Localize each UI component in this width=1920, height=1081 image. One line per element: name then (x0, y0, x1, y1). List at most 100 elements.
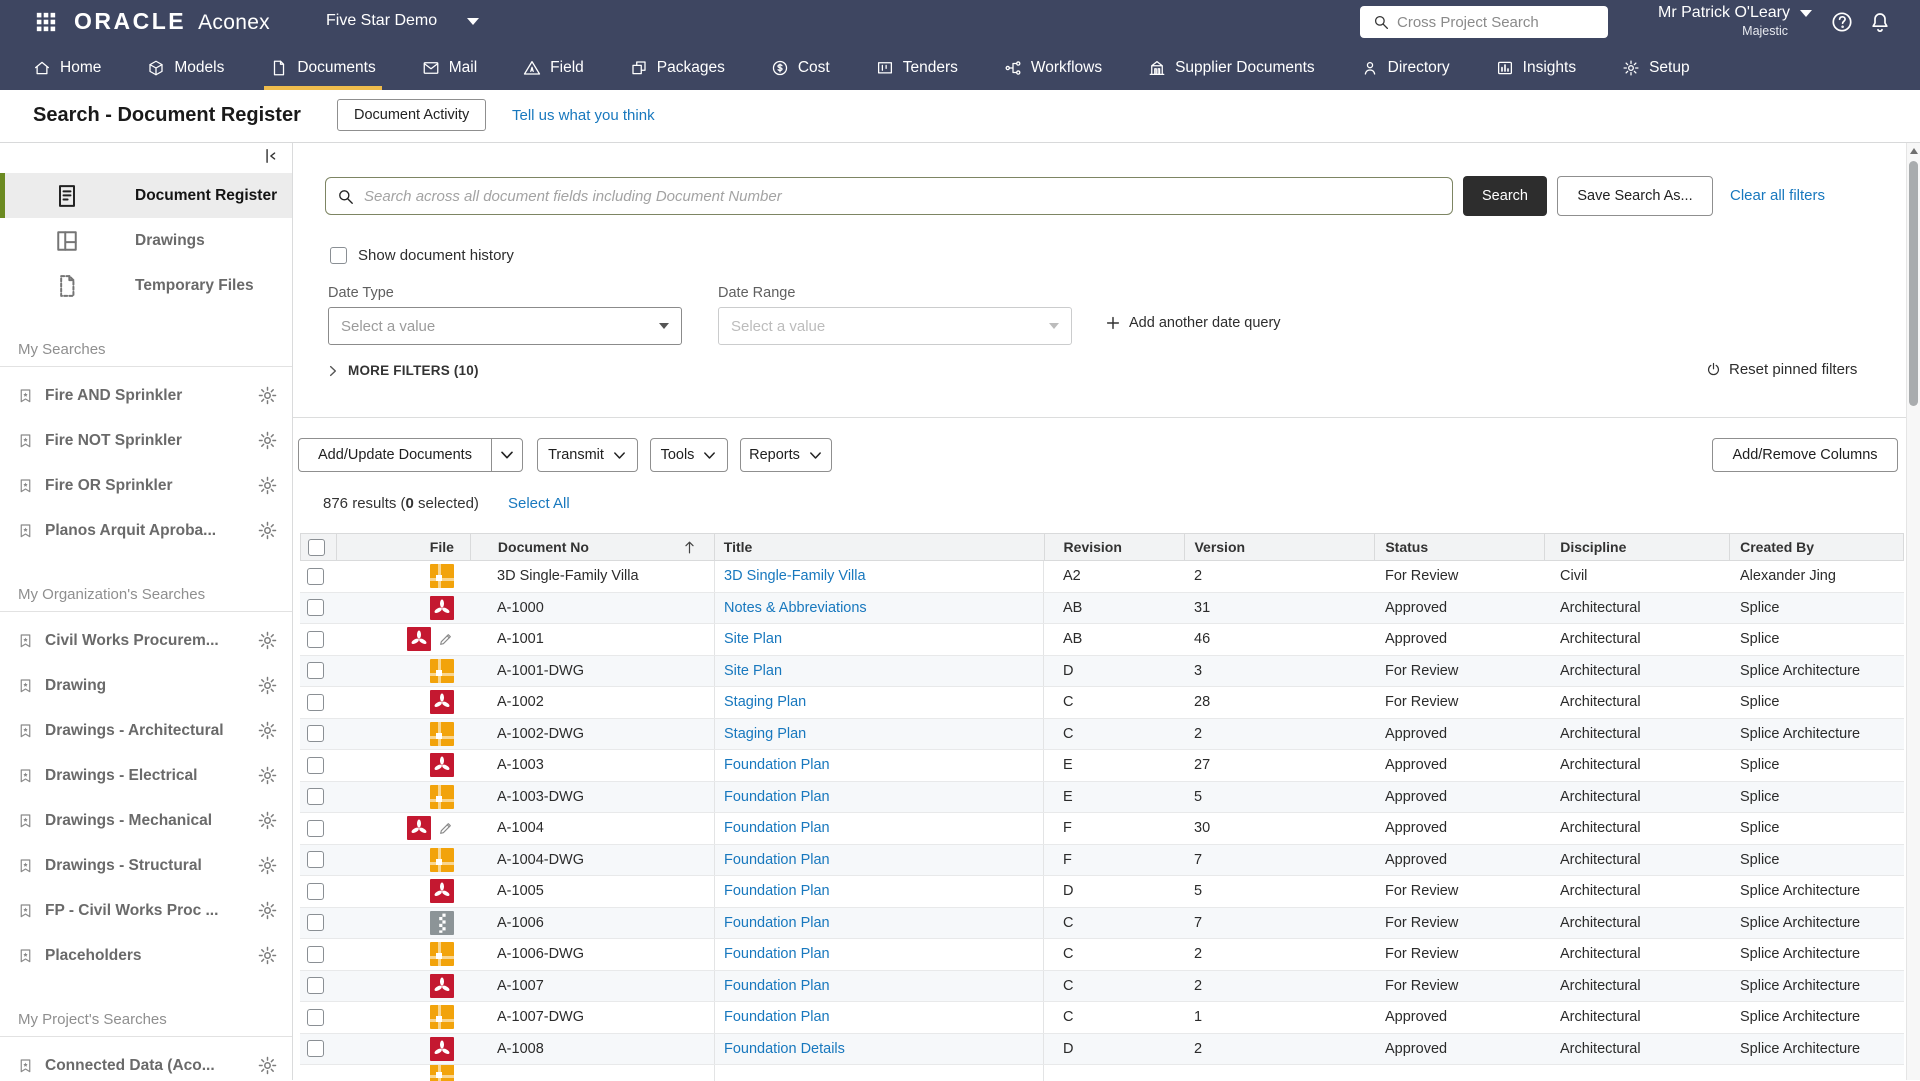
row-checkbox[interactable] (307, 851, 324, 868)
saved-search-item[interactable]: Drawings - Architectural (0, 708, 292, 753)
document-search-input[interactable] (364, 188, 1442, 205)
saved-search-item[interactable]: Civil Works Procurem... (0, 618, 292, 663)
document-title-link[interactable]: Foundation Details (724, 1041, 845, 1057)
more-filters-toggle[interactable]: MORE FILTERS (10) (326, 363, 479, 378)
saved-search-item[interactable]: Drawings - Structural (0, 843, 292, 888)
nav-item-directory[interactable]: Directory (1361, 45, 1450, 90)
saved-search-item[interactable]: Fire NOT Sprinkler (0, 418, 292, 463)
project-selector[interactable]: Five Star Demo (326, 12, 479, 30)
help-icon[interactable] (1830, 10, 1854, 34)
row-checkbox[interactable] (307, 1009, 324, 1026)
user-menu[interactable]: Mr Patrick O'Leary Majestic (1612, 4, 1812, 38)
sidebar-item-drawings[interactable]: Drawings (0, 218, 292, 263)
document-title-link[interactable]: Foundation Plan (724, 883, 830, 899)
saved-search-item[interactable]: Drawing (0, 663, 292, 708)
tools-button[interactable]: Tools (650, 438, 728, 472)
feedback-link[interactable]: Tell us what you think (512, 107, 655, 124)
nav-item-documents[interactable]: Documents (270, 45, 375, 90)
row-checkbox[interactable] (307, 883, 324, 900)
column-header-revision[interactable]: Revision (1045, 534, 1186, 560)
nav-item-insights[interactable]: Insights (1496, 45, 1576, 90)
nav-item-models[interactable]: Models (147, 45, 224, 90)
row-checkbox[interactable] (307, 568, 324, 585)
row-checkbox[interactable] (307, 977, 324, 994)
scroll-up-icon[interactable] (1910, 148, 1918, 154)
gear-icon[interactable] (257, 945, 278, 966)
document-title-link[interactable]: Foundation Plan (724, 820, 830, 836)
date-range-select[interactable]: Select a value (718, 307, 1072, 345)
nav-item-setup[interactable]: Setup (1622, 45, 1690, 90)
add-date-query[interactable]: Add another date query (1105, 315, 1281, 331)
document-title-link[interactable]: Foundation Plan (724, 915, 830, 931)
row-checkbox[interactable] (307, 725, 324, 742)
column-header-status[interactable]: Status (1375, 534, 1545, 560)
document-title-link[interactable]: Foundation Plan (724, 978, 830, 994)
row-checkbox[interactable] (307, 599, 324, 616)
show-document-history[interactable]: Show document history (330, 247, 514, 264)
reports-button[interactable]: Reports (740, 438, 832, 472)
scrollbar-thumb[interactable] (1909, 161, 1918, 406)
column-header-title[interactable]: Title (715, 534, 1045, 560)
date-type-select[interactable]: Select a value (328, 307, 682, 345)
save-search-as-button[interactable]: Save Search As... (1557, 176, 1713, 216)
notifications-icon[interactable] (1868, 10, 1892, 34)
saved-search-item[interactable]: Planos Arquit Aproba... (0, 508, 292, 553)
nav-item-home[interactable]: Home (33, 45, 101, 90)
column-header-created-by[interactable]: Created By (1730, 534, 1904, 560)
gear-icon[interactable] (257, 630, 278, 651)
document-title-link[interactable]: Foundation Plan (724, 946, 830, 962)
gear-icon[interactable] (257, 520, 278, 541)
row-checkbox[interactable] (307, 788, 324, 805)
row-checkbox[interactable] (307, 1040, 324, 1057)
row-checkbox[interactable] (307, 757, 324, 774)
row-checkbox[interactable] (307, 694, 324, 711)
document-title-link[interactable]: Staging Plan (724, 694, 806, 710)
document-title-link[interactable]: Staging Plan (724, 726, 806, 742)
document-title-link[interactable]: Site Plan (724, 631, 782, 647)
reset-pinned-filters[interactable]: Reset pinned filters (1705, 361, 1857, 378)
row-checkbox[interactable] (307, 662, 324, 679)
row-checkbox[interactable] (307, 820, 324, 837)
nav-item-workflows[interactable]: Workflows (1004, 45, 1102, 90)
saved-search-item[interactable]: Placeholders (0, 933, 292, 978)
add-update-documents-button[interactable]: Add/Update Documents (298, 438, 492, 472)
pencil-icon[interactable] (438, 631, 454, 647)
row-checkbox[interactable] (307, 946, 324, 963)
cross-project-search-input[interactable] (1397, 14, 1600, 31)
document-title-link[interactable]: Notes & Abbreviations (724, 600, 867, 616)
gear-icon[interactable] (257, 720, 278, 741)
row-checkbox[interactable] (307, 914, 324, 931)
gear-icon[interactable] (257, 810, 278, 831)
saved-search-item[interactable]: FP - Civil Works Proc ... (0, 888, 292, 933)
nav-item-mail[interactable]: Mail (422, 45, 477, 90)
saved-search-item[interactable]: Drawings - Mechanical (0, 798, 292, 843)
add-remove-columns-button[interactable]: Add/Remove Columns (1712, 438, 1898, 472)
column-header-version[interactable]: Version (1185, 534, 1375, 560)
add-update-documents-dropdown[interactable] (491, 438, 523, 472)
nav-item-packages[interactable]: Packages (630, 45, 725, 90)
nav-item-cost[interactable]: Cost (771, 45, 830, 90)
show-document-history-checkbox[interactable] (330, 247, 347, 264)
sidebar-collapse-icon[interactable] (259, 146, 281, 166)
nav-item-supplier-documents[interactable]: Supplier Documents (1148, 45, 1315, 90)
app-launcher-icon[interactable] (35, 11, 57, 33)
gear-icon[interactable] (257, 855, 278, 876)
gear-icon[interactable] (257, 430, 278, 451)
header-checkbox[interactable] (308, 539, 325, 556)
gear-icon[interactable] (257, 900, 278, 921)
saved-search-item[interactable]: Drawings - Electrical (0, 753, 292, 798)
document-title-link[interactable]: Site Plan (724, 663, 782, 679)
document-title-link[interactable]: 3D Single-Family Villa (724, 568, 866, 584)
transmit-button[interactable]: Transmit (537, 438, 638, 472)
document-activity-button[interactable]: Document Activity (337, 99, 486, 131)
select-all-link[interactable]: Select All (508, 495, 570, 512)
saved-search-item[interactable]: Connected Data (Aco... (0, 1043, 292, 1080)
document-title-link[interactable]: Foundation Plan (724, 852, 830, 868)
gear-icon[interactable] (257, 765, 278, 786)
gear-icon[interactable] (257, 475, 278, 496)
row-checkbox[interactable] (307, 631, 324, 648)
saved-search-item[interactable]: Fire OR Sprinkler (0, 463, 292, 508)
column-header-file[interactable]: File (337, 534, 471, 560)
column-header-discipline[interactable]: Discipline (1545, 534, 1730, 560)
search-button[interactable]: Search (1463, 176, 1547, 216)
